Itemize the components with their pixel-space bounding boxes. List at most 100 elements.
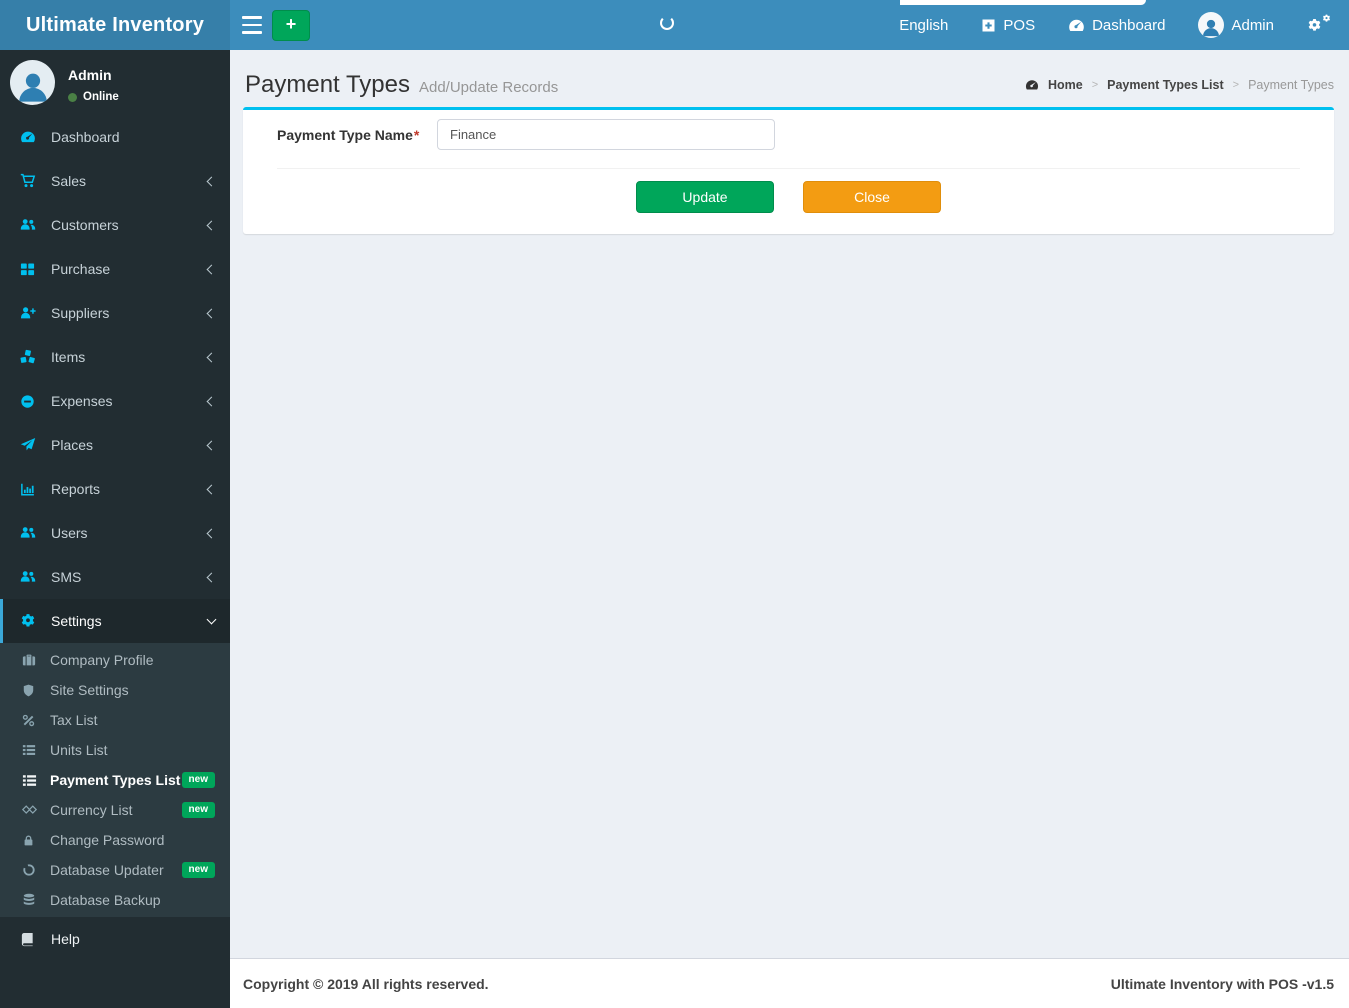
- user-plus-icon: [20, 305, 44, 321]
- pos-link[interactable]: POS: [981, 17, 1035, 34]
- cart-icon: [20, 173, 44, 189]
- sidebar-item-customers[interactable]: Customers: [0, 203, 230, 247]
- breadcrumb-separator: >: [1232, 78, 1240, 91]
- book-icon: [20, 932, 44, 947]
- database-icon: [22, 893, 44, 907]
- user-name: Admin: [68, 67, 112, 83]
- diamonds-icon: [22, 803, 44, 818]
- chevron-left-icon: [206, 220, 217, 230]
- new-badge: new: [181, 802, 215, 818]
- payment-type-name-label: Payment Type Name*: [277, 126, 420, 143]
- plus-icon: +: [285, 14, 297, 34]
- sidebar-item-users[interactable]: Users: [0, 511, 230, 555]
- users-icon: [20, 569, 44, 585]
- briefcase-icon: [22, 653, 44, 667]
- window-artifact: [900, 0, 1146, 5]
- minus-circle-icon: [20, 394, 44, 409]
- submenu-item-currency-list[interactable]: Currency List new: [0, 795, 230, 825]
- sidebar-item-sales[interactable]: Sales: [0, 159, 230, 203]
- submenu-item-company-profile[interactable]: Company Profile: [0, 645, 230, 675]
- users-icon: [20, 525, 44, 541]
- plus-square-icon: [981, 18, 996, 33]
- users-icon: [20, 217, 44, 233]
- top-navbar: + English POS Dashboard Admin: [230, 0, 1349, 50]
- new-badge: new: [181, 862, 215, 878]
- sidebar-item-items[interactable]: Items: [0, 335, 230, 379]
- list-icon: [22, 743, 44, 757]
- grid-icon: [20, 262, 44, 277]
- sidebar: Admin Online Dashboard Sales Customers P…: [0, 50, 230, 1008]
- version-text: Ultimate Inventory with POS -v1.5: [1110, 975, 1334, 992]
- chevron-left-icon: [206, 352, 217, 362]
- quick-add-button[interactable]: +: [272, 10, 310, 41]
- chevron-left-icon: [206, 484, 217, 494]
- page-footer: Copyright © 2019 All rights reserved. Ul…: [230, 958, 1349, 1008]
- gauge-icon: [20, 129, 44, 145]
- gauge-icon: [1068, 17, 1085, 34]
- sidebar-item-reports[interactable]: Reports: [0, 467, 230, 511]
- chevron-left-icon: [206, 528, 217, 538]
- percent-icon: [22, 714, 44, 727]
- home-icon: [1025, 78, 1039, 92]
- chevron-left-icon: [206, 308, 217, 318]
- submenu-item-payment-types-list[interactable]: Payment Types List new: [0, 765, 230, 795]
- settings-submenu: Company Profile Site Settings Tax List U…: [0, 643, 230, 917]
- breadcrumb-current: Payment Types: [1248, 77, 1334, 92]
- payment-type-name-input[interactable]: [437, 119, 775, 150]
- submenu-item-database-backup[interactable]: Database Backup: [0, 885, 230, 915]
- update-button[interactable]: Update: [636, 181, 774, 213]
- lock-icon: [22, 834, 44, 847]
- circle-notch-icon: [22, 863, 44, 877]
- dashboard-link[interactable]: Dashboard: [1068, 17, 1165, 34]
- submenu-item-tax-list[interactable]: Tax List: [0, 705, 230, 735]
- submenu-item-change-password[interactable]: Change Password: [0, 825, 230, 855]
- app-logo[interactable]: Ultimate Inventory: [0, 0, 230, 50]
- submenu-item-database-updater[interactable]: Database Updater new: [0, 855, 230, 885]
- chevron-left-icon: [206, 440, 217, 450]
- language-menu[interactable]: English: [899, 17, 948, 34]
- cubes-icon: [20, 349, 44, 365]
- close-button[interactable]: Close: [803, 181, 941, 213]
- breadcrumb-home[interactable]: Home: [1048, 78, 1083, 92]
- page-subtitle: Add/Update Records: [418, 78, 559, 96]
- chevron-left-icon: [206, 176, 217, 186]
- main-content: Payment Types Add/Update Records Home > …: [230, 50, 1349, 958]
- breadcrumb-parent[interactable]: Payment Types List: [1107, 78, 1223, 92]
- breadcrumb: Home > Payment Types List > Payment Type…: [1025, 78, 1334, 92]
- spinner-icon: [660, 16, 674, 30]
- list-icon: [22, 773, 44, 788]
- chevron-left-icon: [206, 264, 217, 274]
- submenu-item-site-settings[interactable]: Site Settings: [0, 675, 230, 705]
- sidebar-item-expenses[interactable]: Expenses: [0, 379, 230, 423]
- required-asterisk: *: [413, 126, 420, 143]
- sidebar-toggle-icon[interactable]: [242, 16, 262, 34]
- copyright-text: Copyright © 2019 All rights reserved.: [243, 975, 489, 992]
- sidebar-item-places[interactable]: Places: [0, 423, 230, 467]
- online-dot-icon: [68, 92, 77, 102]
- chevron-left-icon: [206, 396, 217, 406]
- paper-plane-icon: [20, 437, 44, 453]
- user-menu[interactable]: Admin: [1198, 12, 1274, 38]
- page-title: Payment Types: [245, 70, 410, 98]
- settings-gears-icon[interactable]: [1307, 14, 1331, 36]
- breadcrumb-separator: >: [1091, 78, 1099, 91]
- bar-chart-icon: [20, 482, 44, 497]
- gear-icon: [20, 613, 44, 629]
- sidebar-item-settings[interactable]: Settings: [0, 599, 230, 643]
- user-avatar: [10, 60, 55, 105]
- payment-type-form-card: Payment Type Name* Update Close: [243, 107, 1334, 234]
- sidebar-user-panel: Admin Online: [0, 50, 230, 115]
- sidebar-item-suppliers[interactable]: Suppliers: [0, 291, 230, 335]
- user-status: Online: [68, 91, 119, 103]
- chevron-down-icon: [206, 614, 217, 624]
- sidebar-item-help[interactable]: Help: [0, 917, 230, 961]
- sidebar-item-sms[interactable]: SMS: [0, 555, 230, 599]
- chevron-left-icon: [206, 572, 217, 582]
- app-title: Ultimate Inventory: [25, 13, 205, 36]
- submenu-item-units-list[interactable]: Units List: [0, 735, 230, 765]
- sidebar-item-dashboard[interactable]: Dashboard: [0, 115, 230, 159]
- avatar-icon: [1198, 12, 1225, 38]
- sidebar-item-purchase[interactable]: Purchase: [0, 247, 230, 291]
- shield-icon: [22, 684, 44, 697]
- new-badge: new: [181, 772, 215, 788]
